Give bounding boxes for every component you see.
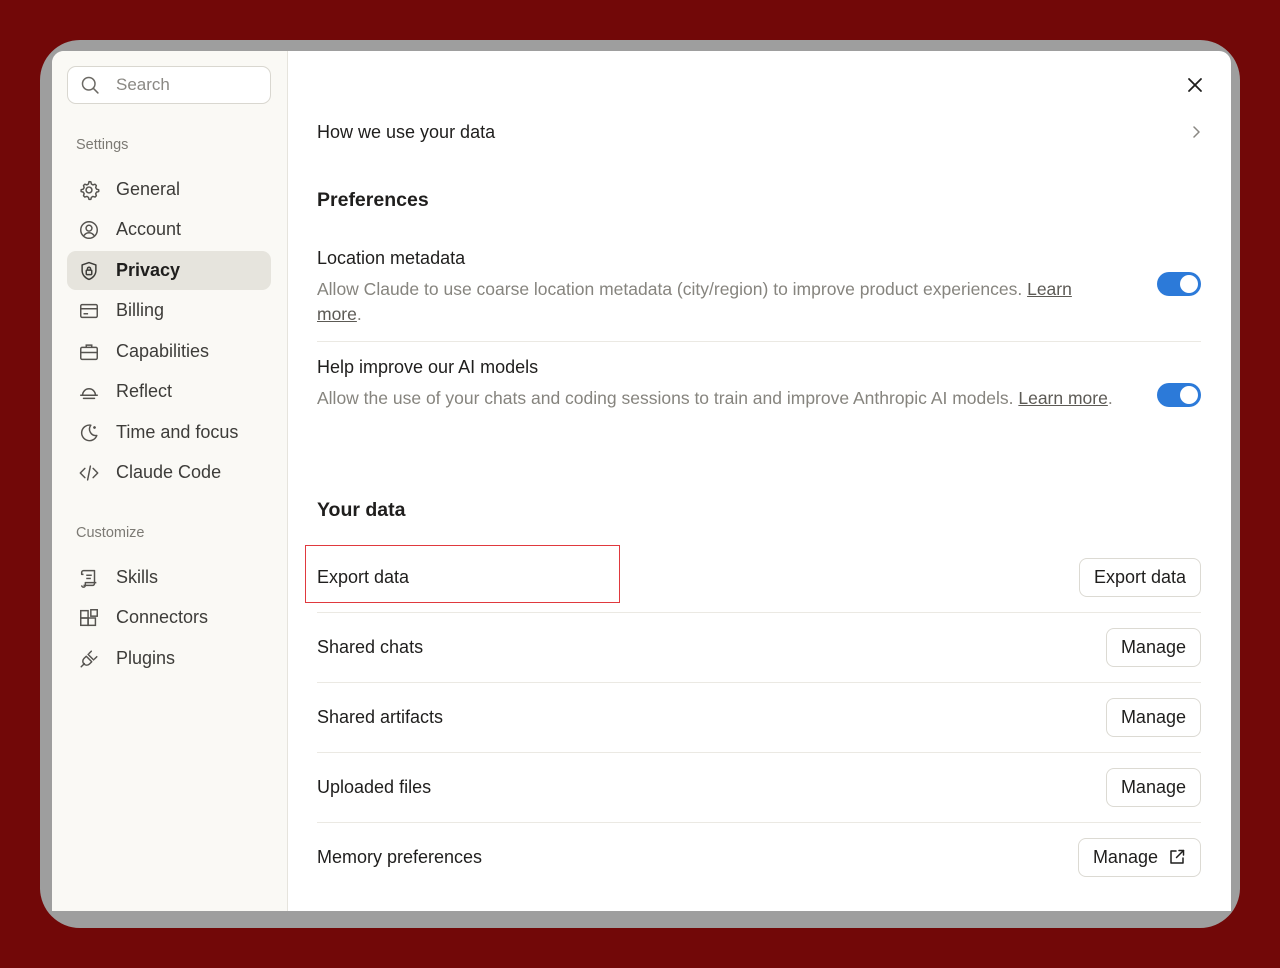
- search-box[interactable]: [67, 66, 271, 104]
- search-input[interactable]: [116, 75, 256, 95]
- blocks-icon: [77, 606, 101, 630]
- shared-chats-row: Shared chats Manage: [317, 612, 1201, 682]
- manage-shared-chats-button[interactable]: Manage: [1105, 627, 1201, 667]
- sidebar-item-label: Reflect: [116, 381, 173, 401]
- moon-icon: [77, 421, 101, 445]
- how-we-use-data-link[interactable]: How we use your data: [317, 119, 1202, 145]
- sidebar-item-label: General: [116, 179, 181, 199]
- settings-window: Settings General Account Privacy Billing: [52, 51, 1231, 911]
- improve-models-desc: Allow the use of your chats and coding s…: [317, 388, 1113, 408]
- briefcase-icon: [77, 340, 101, 364]
- shared-artifacts-row: Shared artifacts Manage: [317, 682, 1201, 752]
- sidebar-item-billing[interactable]: Billing: [67, 291, 271, 330]
- bell-icon: [77, 380, 101, 404]
- sidebar-item-label: Time and focus: [116, 422, 239, 442]
- user-circle-icon: [77, 218, 101, 242]
- sidebar-item-label: Claude Code: [116, 462, 222, 482]
- improve-learn-more-link[interactable]: Learn more: [1018, 388, 1108, 408]
- gear-icon: [77, 178, 101, 202]
- customize-section-label: Customize: [76, 525, 145, 541]
- export-data-label: Export data: [317, 566, 410, 587]
- location-metadata-toggle[interactable]: [1157, 272, 1201, 296]
- export-data-button[interactable]: Export data: [1078, 557, 1201, 597]
- sidebar-item-label: Billing: [116, 300, 165, 320]
- shared-artifacts-label: Shared artifacts: [317, 706, 444, 727]
- improve-models-title: Help improve our AI models: [317, 357, 539, 377]
- preferences-heading: Preferences: [317, 189, 429, 211]
- sidebar-item-claude-code[interactable]: Claude Code: [67, 453, 271, 492]
- sidebar-item-label: Capabilities: [116, 341, 210, 361]
- chevron-right-icon: [1193, 126, 1200, 138]
- credit-card-icon: [77, 299, 101, 323]
- sidebar-item-reflect[interactable]: Reflect: [67, 372, 271, 411]
- sidebar-item-label: Privacy: [116, 260, 181, 280]
- manage-shared-artifacts-button[interactable]: Manage: [1105, 697, 1201, 737]
- memory-preferences-row: Memory preferences Manage: [317, 822, 1201, 892]
- sidebar-item-label: Account: [116, 219, 182, 239]
- external-link-icon: [1170, 849, 1185, 864]
- uploaded-files-row: Uploaded files Manage: [317, 752, 1201, 822]
- location-metadata-desc: Allow Claude to use coarse location meta…: [317, 279, 1072, 324]
- manage-uploaded-files-button[interactable]: Manage: [1105, 767, 1201, 807]
- sidebar: Settings General Account Privacy Billing: [52, 51, 288, 911]
- sidebar-item-connectors[interactable]: Connectors: [67, 598, 271, 637]
- sidebar-item-account[interactable]: Account: [67, 210, 271, 249]
- plug-icon: [77, 647, 101, 671]
- divider: [317, 341, 1201, 342]
- settings-section-label: Settings: [76, 137, 129, 153]
- sidebar-item-skills[interactable]: Skills: [67, 558, 271, 597]
- close-icon: [1188, 78, 1202, 92]
- location-metadata-title: Location metadata: [317, 248, 466, 268]
- manage-memory-preferences-button[interactable]: Manage: [1077, 837, 1201, 877]
- sidebar-item-label: Plugins: [116, 648, 176, 668]
- location-desc-text: Allow Claude to use coarse location meta…: [317, 279, 1028, 299]
- scroll-icon: [77, 566, 101, 590]
- improve-desc-text: Allow the use of your chats and coding s…: [317, 388, 1019, 408]
- sidebar-item-general[interactable]: General: [67, 170, 271, 209]
- your-data-heading: Your data: [317, 499, 406, 521]
- how-we-use-data-label: How we use your data: [317, 121, 496, 142]
- memory-preferences-label: Memory preferences: [317, 846, 483, 867]
- search-icon: [81, 76, 99, 94]
- sidebar-item-label: Connectors: [116, 607, 209, 627]
- privacy-panel: How we use your data Preferences Locatio…: [288, 51, 1231, 911]
- manage-memory-label: Manage: [1092, 846, 1158, 867]
- sidebar-item-label: Skills: [116, 567, 159, 587]
- export-data-row: Export data Export data: [317, 542, 1201, 612]
- sidebar-item-privacy[interactable]: Privacy: [67, 251, 271, 290]
- location-metadata-setting: Location metadata Allow Claude to use co…: [317, 248, 1201, 327]
- sidebar-item-capabilities[interactable]: Capabilities: [67, 332, 271, 371]
- sidebar-item-plugins[interactable]: Plugins: [67, 639, 271, 678]
- code-icon: [77, 461, 101, 485]
- uploaded-files-label: Uploaded files: [317, 776, 432, 797]
- sidebar-item-time-and-focus[interactable]: Time and focus: [67, 413, 271, 452]
- shared-chats-label: Shared chats: [317, 636, 424, 657]
- improve-models-toggle[interactable]: [1157, 383, 1201, 407]
- close-button[interactable]: [1183, 73, 1207, 97]
- improve-models-setting: Help improve our AI models Allow the use…: [317, 357, 1201, 411]
- shield-lock-icon: [77, 259, 101, 283]
